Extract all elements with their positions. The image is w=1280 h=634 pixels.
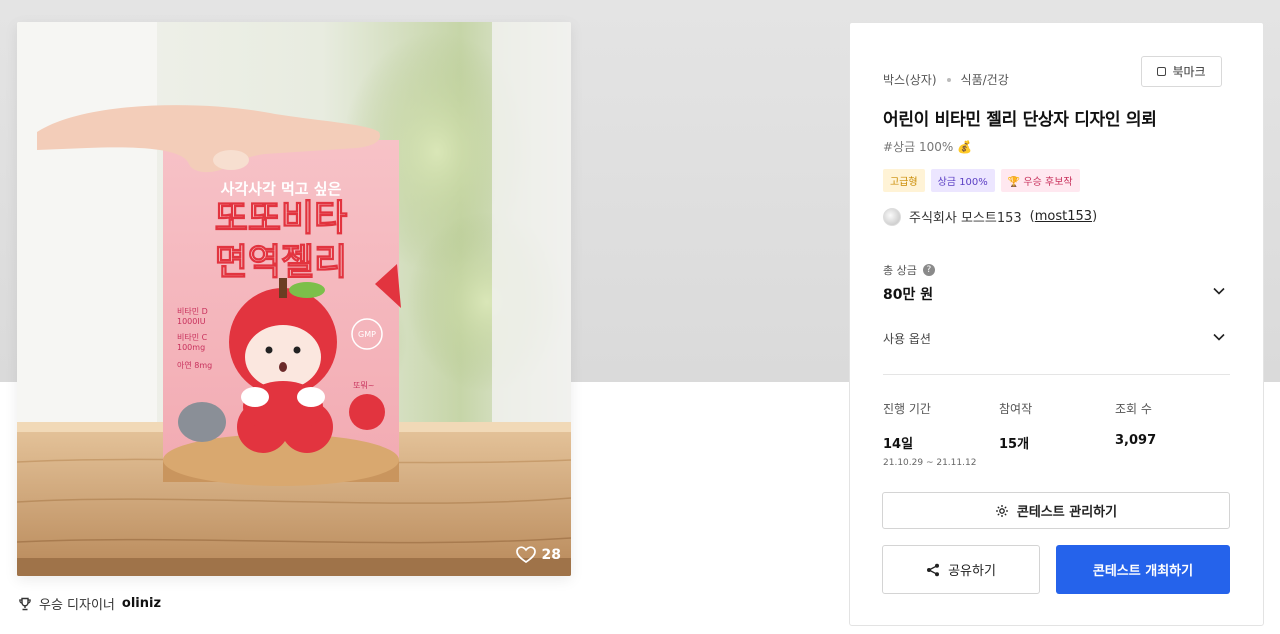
like-count: 28 (541, 547, 561, 563)
company-handle-wrapper[interactable]: (most153) (1030, 209, 1097, 224)
stat-entries: 참여작 15개 (999, 400, 1032, 452)
company-handle[interactable]: most153 (1035, 209, 1092, 224)
breadcrumb-separator (946, 77, 951, 82)
breadcrumb-subcategory[interactable]: 식품/건강 (961, 71, 1009, 88)
total-prize-value: 80만 원 (883, 287, 934, 303)
prize-expand-chevron-down-icon[interactable] (1212, 284, 1226, 298)
box-gmp-seal: GMP (358, 330, 376, 339)
options-expand-chevron-down-icon[interactable] (1212, 330, 1226, 344)
box-title-line1: 또또비타 (215, 198, 347, 239)
box-nutrient-2-amount: 100mg (177, 343, 205, 352)
trophy-emoji-icon: 🏆 (1007, 177, 1021, 188)
bookmark-icon (1157, 67, 1167, 76)
prize-badge: 상금 100% (930, 169, 995, 192)
options-label: 사용 옵션 (883, 332, 931, 346)
stat-views-value: 3,097 (1115, 433, 1157, 448)
bookmark-button[interactable]: 북마크 (1141, 56, 1222, 87)
winner-designer: 우승 디자이너 oliniz (18, 594, 161, 613)
company-name: 주식회사 모스트153 (909, 211, 1022, 226)
winner-name[interactable]: oliniz (122, 596, 161, 611)
total-prize-label-text: 총 상금 (883, 264, 917, 277)
contest-info-panel: 박스(상자) 식품/건강 북마크 어린이 비타민 젤리 단상자 디자인 의뢰 #… (849, 22, 1264, 626)
prize-hashtag: #상금 100% 💰 (883, 140, 973, 154)
share-icon (927, 563, 940, 576)
box-nutrient-3: 아연 8mg (177, 360, 212, 370)
badge-list: 고급형 상금 100% 🏆 우승 후보작 (883, 169, 1080, 192)
stat-period-label: 진행 기간 (883, 402, 931, 416)
company-info: 주식회사 모스트153 (most153) (883, 207, 1097, 226)
contest-title: 어린이 비타민 젤리 단상자 디자인 의뢰 (883, 110, 1157, 130)
host-contest-label: 콘테스트 개최하기 (1092, 564, 1194, 579)
winner-candidate-label: 우승 후보작 (1023, 177, 1073, 188)
company-avatar (883, 207, 901, 226)
heart-icon (515, 546, 536, 564)
manage-contest-button[interactable]: 콘테스트 관리하기 (882, 492, 1230, 529)
apple-mascot (229, 278, 337, 453)
bookmark-label: 북마크 (1172, 65, 1206, 79)
stat-entries-label: 참여작 (999, 402, 1033, 416)
share-button[interactable]: 공유하기 (882, 545, 1040, 594)
stat-period: 진행 기간 14일 21.10.29 ~ 21.11.12 (883, 400, 976, 468)
gear-icon (995, 504, 1008, 517)
help-icon[interactable]: ? (922, 264, 935, 276)
box-nutrient-1: 비타민 D (177, 306, 208, 316)
box-title-line2: 면역젤리 (215, 242, 347, 283)
box-headline: 사각사각 먹고 싶은 (221, 180, 342, 198)
stat-period-value: 14일 (883, 437, 914, 452)
like-button[interactable]: 28 (515, 546, 561, 564)
stat-views-label: 조회 수 (1115, 402, 1152, 416)
breadcrumb-category[interactable]: 박스(상자) (883, 71, 937, 88)
host-contest-button[interactable]: 콘테스트 개최하기 (1056, 545, 1230, 594)
divider (883, 374, 1230, 375)
grade-badge: 고급형 (883, 169, 925, 192)
stat-views: 조회 수 3,097 (1115, 400, 1156, 448)
manage-contest-label: 콘테스트 관리하기 (1016, 505, 1118, 520)
winner-label: 우승 디자이너 (39, 598, 115, 613)
box-nutrient-2: 비타민 C (177, 332, 208, 342)
product-photo: 사각사각 먹고 싶은 또또비타 면역젤리 비타민 D 1000IU 비타민 C … (17, 22, 571, 576)
contest-hero-image[interactable]: 사각사각 먹고 싶은 또또비타 면역젤리 비타민 D 1000IU 비타민 C … (17, 22, 571, 576)
winner-candidate-badge: 🏆 우승 후보작 (1000, 169, 1080, 192)
stat-period-range: 21.10.29 ~ 21.11.12 (883, 458, 977, 468)
trophy-icon (19, 597, 31, 610)
total-prize-label: 총 상금 ? (883, 262, 935, 278)
breadcrumb: 박스(상자) 식품/건강 (883, 71, 1009, 88)
box-nutrient-1-amount: 1000IU (177, 317, 206, 326)
box-mascot-note: 또뭐~ (353, 381, 374, 390)
stat-entries-value: 15개 (999, 437, 1030, 452)
share-label: 공유하기 (948, 564, 996, 579)
